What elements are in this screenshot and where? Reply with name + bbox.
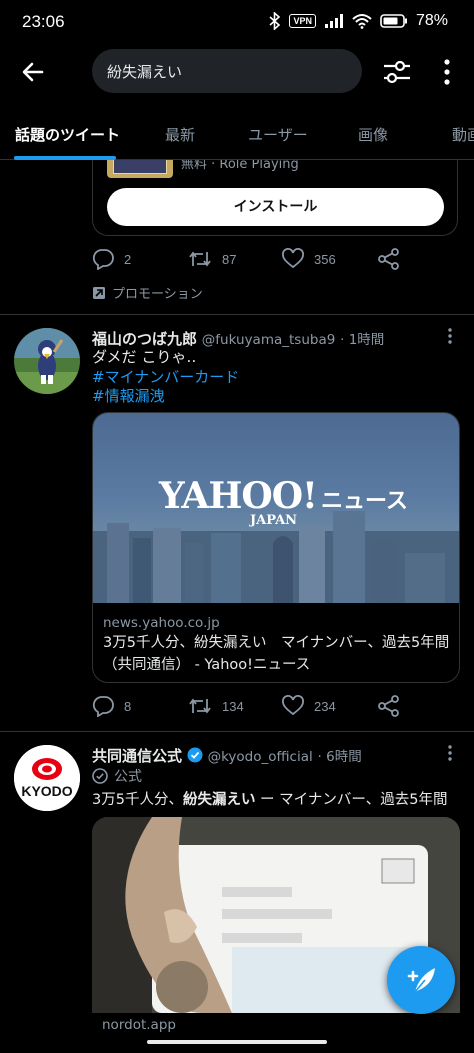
- share-button[interactable]: [378, 695, 400, 717]
- tweet-menu-button[interactable]: [440, 326, 460, 346]
- more-options-button[interactable]: [436, 56, 458, 88]
- tweet-actions: 8 134 234: [92, 695, 412, 721]
- tweet-text-suffix: ー マイナンバー、過去5年間: [255, 792, 448, 808]
- retweet-count: 134: [222, 698, 244, 714]
- tab-people[interactable]: ユーザー: [248, 124, 308, 145]
- reply-count: 2: [124, 251, 132, 267]
- avatar[interactable]: KYODO: [14, 745, 80, 811]
- search-input[interactable]: 紛失漏えい: [92, 49, 362, 93]
- tab-top[interactable]: 話題のツイート: [15, 124, 120, 145]
- author-name[interactable]: 福山のつば九郎: [92, 330, 197, 348]
- install-button[interactable]: インストール: [107, 188, 444, 226]
- status-icons: VPN 78%: [269, 12, 448, 30]
- heart-icon: [282, 695, 304, 716]
- author-handle[interactable]: @kyodo_official: [208, 749, 313, 765]
- yahoo-japan-text: JAPAN: [250, 513, 298, 528]
- more-vertical-icon: [444, 59, 450, 85]
- status-time: 23:06: [22, 12, 65, 31]
- signal-icon: [324, 13, 344, 29]
- search-query: 紛失漏えい: [107, 63, 183, 81]
- wifi-icon: [352, 13, 372, 29]
- verified-badge-icon: [187, 747, 203, 763]
- tab-latest[interactable]: 最新: [165, 124, 195, 145]
- avatar[interactable]: [14, 328, 80, 394]
- share-icon: [378, 248, 399, 270]
- battery-icon: [380, 14, 408, 28]
- promo-actions: 2 87 356: [92, 248, 412, 274]
- author-name[interactable]: 共同通信公式: [92, 747, 182, 765]
- retweet-icon: [189, 698, 211, 714]
- reply-icon: [92, 696, 114, 717]
- status-bar: 23:06 VPN 78%: [0, 0, 474, 44]
- vpn-badge: VPN: [289, 14, 316, 28]
- reply-count: 8: [124, 698, 132, 714]
- like-button[interactable]: 356: [282, 248, 336, 270]
- promotion-label: プロモーション: [92, 283, 203, 302]
- kyodo-logo-image: [14, 745, 80, 811]
- more-vertical-icon: [448, 328, 452, 344]
- like-button[interactable]: 234: [282, 695, 336, 717]
- compose-feather-icon: [407, 968, 435, 993]
- tweet-menu-button[interactable]: [440, 743, 460, 763]
- hashtag-link[interactable]: #情報漏洩: [92, 386, 165, 406]
- bluetooth-icon: [269, 12, 281, 30]
- promotion-text: プロモーション: [112, 287, 203, 302]
- search-header: 紛失漏えい: [0, 44, 474, 100]
- tweet-author-line: 共同通信公式 @kyodo_official · 6時間: [92, 745, 362, 766]
- back-button[interactable]: [20, 58, 48, 86]
- retweet-button[interactable]: 87: [188, 248, 236, 270]
- tweet-text-prefix: 3万5千人分、: [92, 792, 183, 808]
- reply-icon: [92, 249, 114, 270]
- tweet-text: 3万5千人分、紛失漏えい ー マイナンバー、過去5年間: [92, 790, 447, 810]
- official-label: 公式: [114, 769, 142, 785]
- hashtag-link[interactable]: #マイナンバーカード: [92, 367, 239, 387]
- like-count: 234: [314, 698, 336, 714]
- battery-percent: 78%: [415, 12, 448, 29]
- card-title: 3万5千人分、紛失漏えい マイナンバー、過去5年間（共同通信） - Yahoo!…: [103, 635, 450, 673]
- kyodo-avatar-text: KYODO: [21, 783, 73, 799]
- like-count: 356: [314, 251, 336, 267]
- tweet-author-line: 福山のつば九郎 @fukuyama_tsuba9 · 1時間: [92, 328, 384, 349]
- heart-icon: [282, 248, 304, 269]
- promoted-icon: [93, 286, 105, 299]
- retweet-count: 87: [222, 251, 237, 267]
- yahoo-news-text: ニュース: [321, 489, 408, 514]
- sliders-icon: [384, 60, 410, 84]
- yahoo-logo-text: YAHOO!: [159, 475, 318, 517]
- arrow-left-icon: [22, 62, 44, 82]
- reply-button[interactable]: 2: [92, 248, 131, 270]
- tab-photos[interactable]: 画像: [358, 124, 388, 145]
- active-tab-indicator: [14, 156, 116, 160]
- official-check-icon: [92, 768, 108, 784]
- home-indicator[interactable]: [147, 1040, 327, 1044]
- tweet-time: · 6時間: [317, 749, 362, 765]
- retweet-button[interactable]: 134: [188, 695, 244, 717]
- card-domain: nordot.app: [102, 1017, 176, 1033]
- search-tabs: 話題のツイート 最新 ユーザー 画像 動画: [0, 112, 474, 160]
- more-vertical-icon: [448, 745, 452, 761]
- tab-videos[interactable]: 動画: [452, 124, 474, 145]
- link-preview-image: YAHOO! JAPAN ニュース: [93, 413, 459, 603]
- tweet-divider: [0, 314, 474, 315]
- tweet-time: · 1時間: [340, 332, 385, 348]
- avatar-mascot-image: [14, 328, 80, 394]
- link-preview-card[interactable]: YAHOO! JAPAN ニュース news.yahoo.co.jp 3万5千人…: [92, 412, 460, 683]
- tweet-text: ダメだ こりゃ‥: [92, 348, 197, 366]
- share-icon: [378, 695, 399, 717]
- author-handle[interactable]: @fukuyama_tsuba9: [202, 332, 336, 348]
- official-label-row: 公式: [92, 766, 142, 786]
- search-filter-button[interactable]: [382, 58, 412, 86]
- reply-button[interactable]: 8: [92, 695, 131, 717]
- card-domain: news.yahoo.co.jp: [103, 615, 220, 631]
- compose-tweet-button[interactable]: [387, 946, 455, 1014]
- tweet-text-highlight: 紛失漏えい: [182, 792, 256, 808]
- tweet-divider: [0, 731, 474, 732]
- retweet-icon: [189, 251, 211, 267]
- share-button[interactable]: [378, 248, 400, 270]
